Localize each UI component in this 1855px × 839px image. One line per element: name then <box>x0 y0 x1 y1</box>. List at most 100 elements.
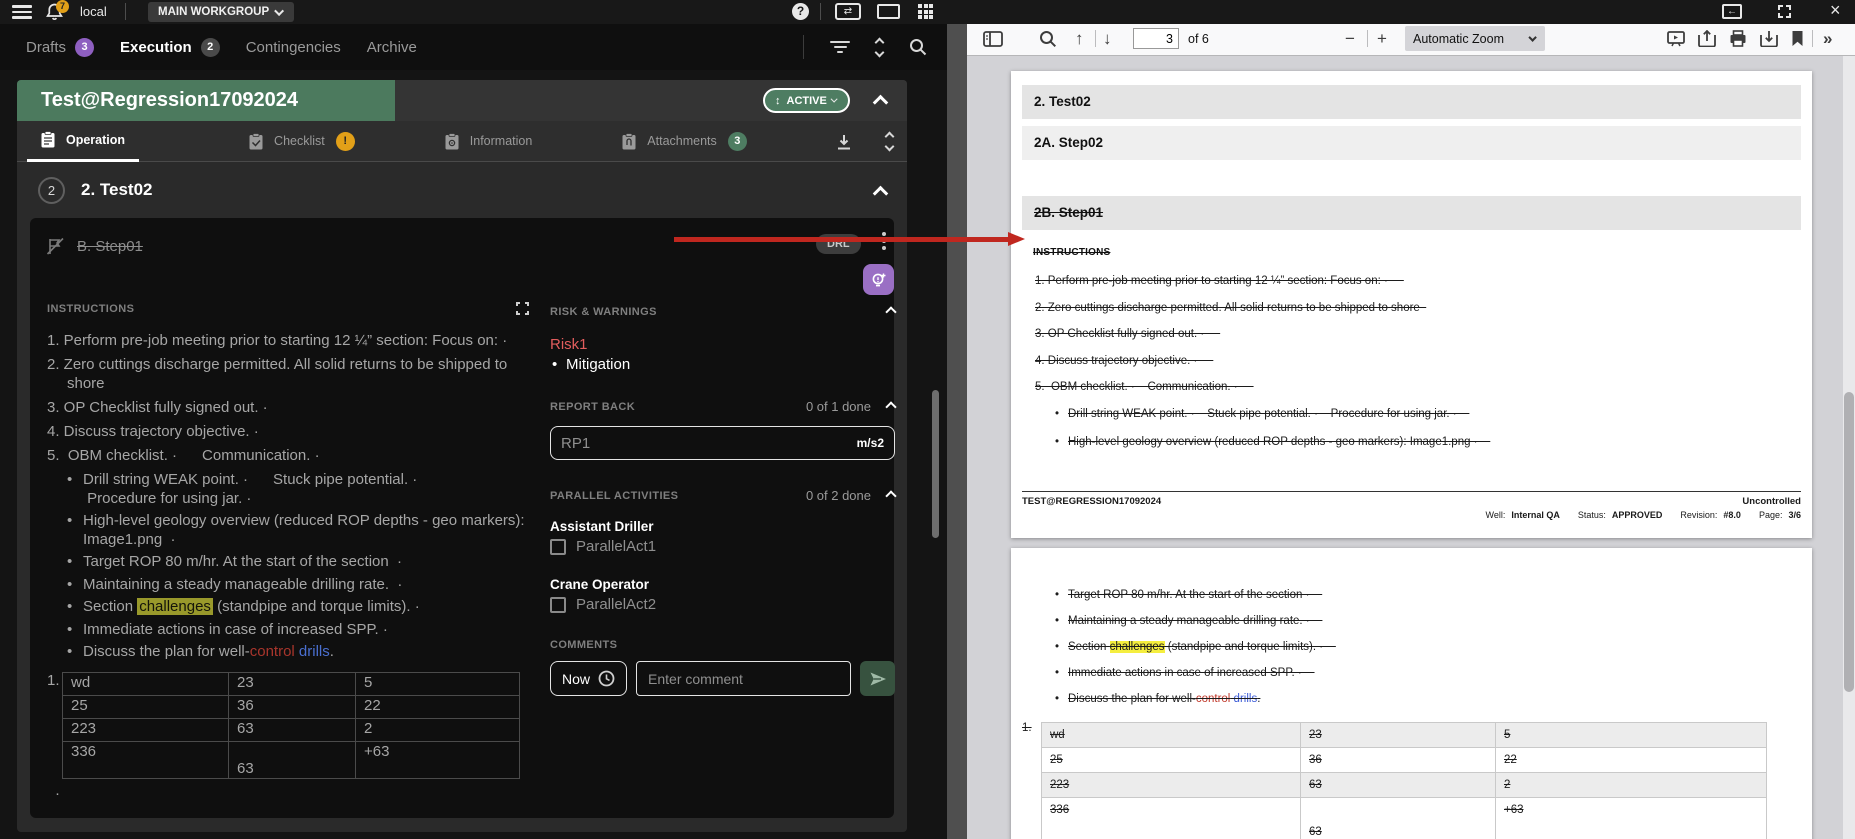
tab-operation[interactable]: Operation <box>27 121 139 162</box>
main-tabs: Drafts 3 Execution 2 Contingencies Archi… <box>0 24 947 70</box>
pdf-page: Target ROP 80 m/hr. At the start of the … <box>1011 548 1812 839</box>
top-bar: 7 local MAIN WORKGROUP ? ⇄ ← × <box>0 0 1855 24</box>
pdf-scrollbar[interactable] <box>1843 56 1855 839</box>
tab-checklist-label: Checklist <box>274 134 325 148</box>
workgroup-label: MAIN WORKGROUP <box>158 6 269 18</box>
challenges-highlight: challenges <box>137 598 213 615</box>
role-label: Assistant Driller <box>550 519 895 534</box>
page-number-input[interactable] <box>1133 28 1179 49</box>
instruction-item: 1. Perform pre-job meeting prior to star… <box>47 331 529 350</box>
send-button[interactable] <box>860 661 895 696</box>
more-tools-icon[interactable]: » <box>1823 22 1832 55</box>
apps-grid-icon[interactable] <box>918 4 933 19</box>
pdf-instructions-list: 1. Perform pre-job meeting prior to star… <box>1035 275 1801 394</box>
table-cell: 23 <box>229 672 356 695</box>
comment-input[interactable] <box>636 661 851 696</box>
page-down-icon[interactable]: ↓ <box>1103 22 1112 55</box>
download-icon[interactable] <box>836 134 852 150</box>
workgroup-selector[interactable]: MAIN WORKGROUP <box>148 2 294 22</box>
footer-status-value: APPROVED <box>1612 510 1663 520</box>
bullet-text: (standpipe and torque limits). · <box>213 598 420 615</box>
instruction-bullet: Immediate actions in case of increased S… <box>67 621 529 640</box>
sidebar-toggle-icon[interactable] <box>983 31 1003 47</box>
tab-execution[interactable]: Execution 2 <box>120 38 220 57</box>
table-cell: 223 <box>1042 773 1301 798</box>
filter-icon[interactable] <box>830 38 850 56</box>
procedure-subtabs: Operation Checklist ! Information Attach… <box>17 121 907 162</box>
tab-drafts[interactable]: Drafts 3 <box>26 38 94 57</box>
collapse-parallel-chevron-icon[interactable] <box>885 490 896 501</box>
zoom-in-button[interactable]: + <box>1377 22 1387 55</box>
tab-archive[interactable]: Archive <box>367 39 417 56</box>
drills-blue-link: drills <box>1230 693 1257 705</box>
divider <box>1812 30 1813 47</box>
comments-label: COMMENTS <box>550 639 895 651</box>
instruction-bullet: Drill string WEAK point. · Stuck pipe po… <box>67 471 529 508</box>
console-swap-icon[interactable]: ⇄ <box>835 3 861 20</box>
fullscreen-icon[interactable] <box>1778 5 1791 18</box>
fullscreen-expand-icon[interactable] <box>516 302 529 315</box>
pdf-bullet-list: Drill string WEAK point. · Stuck pipe po… <box>1055 408 1801 449</box>
collapse-report-chevron-icon[interactable] <box>885 401 896 412</box>
procedure-title: Test@Regression17092024 <box>41 89 298 112</box>
control-red-text: control <box>1196 693 1231 705</box>
tab-checklist[interactable]: Checklist ! <box>235 121 369 162</box>
add-risk-button[interactable] <box>863 264 894 295</box>
print-icon[interactable] <box>1729 30 1747 47</box>
tab-information[interactable]: Information <box>431 121 547 162</box>
step-title: B. Step01 <box>77 238 143 255</box>
sort-icon[interactable] <box>876 39 883 56</box>
search-icon[interactable] <box>909 38 927 56</box>
table-cell: 63 <box>229 718 356 741</box>
clock-icon <box>598 670 615 687</box>
table-cell: 336 <box>1042 798 1301 839</box>
collapse-procedure-chevron-icon[interactable] <box>873 95 889 111</box>
risk-name[interactable]: Risk1 <box>550 336 895 353</box>
report-input[interactable] <box>561 435 857 452</box>
collapse-risk-chevron-icon[interactable] <box>885 306 896 317</box>
open-file-icon[interactable] <box>1698 30 1716 47</box>
close-icon[interactable]: × <box>1830 0 1841 21</box>
footer-well-value: Internal QA <box>1511 510 1560 520</box>
divider <box>1367 30 1368 47</box>
pdf-instructions-heading: INSTRUCTIONS <box>1033 247 1801 258</box>
table-cell: 2 <box>1496 773 1767 798</box>
pdf-bullet: Discuss the plan for well-control drills… <box>1055 693 1801 706</box>
clipboard-gear-icon <box>445 133 459 150</box>
tab-contingencies[interactable]: Contingencies <box>246 39 341 56</box>
tab-attachments[interactable]: Attachments 3 <box>608 121 760 162</box>
parallel-checkbox[interactable] <box>550 597 566 613</box>
now-button[interactable]: Now <box>550 661 627 696</box>
pdf-search-icon[interactable] <box>1039 30 1057 48</box>
table-cell: 36 <box>1301 748 1496 773</box>
expand-collapse-icon[interactable] <box>886 133 893 150</box>
table-cell: 2 <box>356 718 520 741</box>
panel-splitter[interactable] <box>947 24 967 839</box>
collapse-section-chevron-icon[interactable] <box>873 186 889 202</box>
zoom-select[interactable]: Automatic Zoom <box>1405 26 1545 51</box>
zoom-out-button[interactable]: − <box>1345 22 1355 55</box>
save-icon[interactable] <box>1760 30 1778 47</box>
display-icon[interactable] <box>877 4 900 19</box>
pdf-bullet: Maintaining a steady manageable drilling… <box>1055 615 1801 628</box>
bullet-text: Section <box>83 598 137 615</box>
checklist-alert-badge: ! <box>336 132 355 151</box>
bookmark-icon[interactable] <box>1791 30 1804 47</box>
presentation-mode-icon[interactable] <box>1667 31 1685 47</box>
left-panel-scrollbar[interactable] <box>932 390 939 538</box>
table-cell: 23 <box>1301 723 1496 748</box>
pdf-scrollbar-thumb[interactable] <box>1844 392 1854 692</box>
hamburger-menu-icon[interactable] <box>12 5 32 19</box>
help-icon[interactable]: ? <box>792 3 809 20</box>
status-dropdown[interactable]: ↕ ACTIVE <box>763 88 850 113</box>
divider <box>803 35 804 59</box>
page-up-icon[interactable]: ↑ <box>1075 22 1084 55</box>
parallel-checkbox[interactable] <box>550 539 566 555</box>
pdf-bullet-list: Target ROP 80 m/hr. At the start of the … <box>1055 589 1801 706</box>
tab-drafts-label: Drafts <box>26 39 66 56</box>
drills-blue-link[interactable]: drills <box>295 643 330 660</box>
pdf-toolbar: ↑ ↓ of 6 − + Automatic Zoom <box>967 22 1855 56</box>
kebab-menu-icon[interactable] <box>882 232 886 236</box>
pdf-instruction-item: 3. OP Checklist fully signed out. · <box>1035 328 1801 341</box>
side-panel-toggle-icon[interactable]: ← <box>1722 4 1742 19</box>
